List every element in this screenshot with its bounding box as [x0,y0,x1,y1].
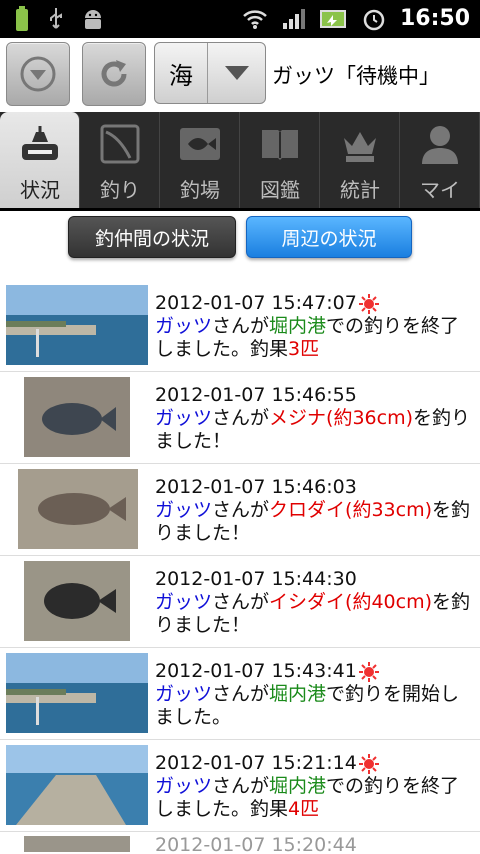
user-name[interactable]: ガッツ [155,499,212,521]
sun-icon [358,293,379,314]
timestamp: 2012-01-07 15:44:30 [155,568,357,590]
rod-icon [100,124,140,164]
tab-label: 統計 [340,178,380,202]
photo-thumbnail [24,836,130,852]
tab-label: マイ [420,178,460,202]
list-item[interactable]: 2012-01-07 15:43:41 ガッツさんが堀内港で釣りを開始しました。 [0,648,480,740]
tab-encyclopedia[interactable]: 図鑑 [240,112,320,208]
user-name[interactable]: ガッツ [155,591,212,613]
dropdown-button[interactable] [6,42,70,106]
map-fish-icon [180,128,220,160]
nearby-status-button[interactable]: 周辺の状況 [246,216,412,258]
signal-icon [282,8,305,29]
crown-icon [344,132,376,162]
user-name[interactable]: ガッツ [155,775,212,797]
fish-name[interactable]: メジナ(約36cm) [269,407,413,429]
timestamp: 2012-01-07 15:21:14 [155,752,357,774]
chevron-down-icon [224,66,249,80]
activity-feed: 2012-01-07 15:47:07 ガッツさんが堀内港での釣りを終了しました… [0,280,480,852]
sun-icon [358,661,379,682]
pier-photo [6,745,148,825]
message-text: さんが [212,775,270,797]
place-name[interactable]: 堀内港 [269,775,326,797]
message-text: さんが [212,591,270,613]
user-name[interactable]: ガッツ [155,407,212,429]
fish-name[interactable]: イシダイ(約40cm) [269,591,432,613]
place-name[interactable]: 堀内港 [269,315,326,337]
refresh-icon [101,60,127,87]
list-item[interactable]: 2012-01-07 15:46:55 ガッツさんがメジナ(約36cm)を釣りま… [0,372,480,464]
tab-fishing[interactable]: 釣り [80,112,160,208]
tab-status[interactable]: 状況 [0,112,80,208]
toolbar: 海 ガッツ「待機中」 [0,38,480,112]
chevron-down-circle-icon [20,56,56,92]
tab-label: 釣場 [180,178,220,202]
status-bar: 16:50 [0,0,480,38]
person-icon [422,126,458,164]
list-item[interactable]: 2012-01-07 15:21:14 ガッツさんが堀内港での釣りを終了しました… [0,740,480,832]
user-name[interactable]: ガッツ [155,683,212,705]
tab-my[interactable]: マイ [400,112,480,208]
status-icon [22,126,58,160]
list-item[interactable]: 2012-01-07 15:46:03 ガッツさんがクロダイ(約33cm)を釣り… [0,464,480,556]
fish-photo [24,561,130,641]
harbor-photo [6,653,148,733]
message-text: さんが [212,315,270,337]
battery-low-icon [16,6,28,31]
tab-label: 釣り [100,178,140,202]
location-select-value: 海 [155,43,208,103]
list-item[interactable]: 2012-01-07 15:47:07 ガッツさんが堀内港での釣りを終了しました… [0,280,480,372]
tab-statistics[interactable]: 統計 [320,112,400,208]
message-text: さんが [212,407,270,429]
timestamp: 2012-01-07 15:47:07 [155,292,357,314]
timestamp: 2012-01-07 15:43:41 [155,660,357,682]
message-text: さんが [212,499,270,521]
location-select[interactable]: 海 [154,42,266,104]
tab-spots[interactable]: 釣場 [160,112,240,208]
book-icon [262,130,298,160]
fish-photo [18,469,138,549]
user-name[interactable]: ガッツ [155,315,212,337]
harbor-photo [6,285,148,365]
status-time: 16:50 [399,6,470,31]
user-state-label: ガッツ「待機中」 [272,64,440,88]
friends-status-button[interactable]: 釣仲間の状況 [68,216,236,258]
tab-bar: 状況 釣り 釣場 図鑑 統計 マイ [0,112,480,211]
charging-battery-icon [319,9,346,28]
sun-icon [358,753,379,774]
list-item[interactable]: 2012-01-07 15:20:44 [0,832,480,852]
refresh-button[interactable] [82,42,146,106]
message-text: さんが [212,683,270,705]
tab-label: 図鑑 [260,178,300,202]
android-debug-icon [85,10,101,29]
tab-label: 状況 [20,178,60,202]
place-name[interactable]: 堀内港 [269,683,326,705]
fish-photo [24,377,130,457]
list-item[interactable]: 2012-01-07 15:44:30 ガッツさんがイシダイ(約40cm)を釣り… [0,556,480,648]
catch-count: 4匹 [288,798,320,820]
fish-name[interactable]: クロダイ(約33cm) [269,499,432,521]
timestamp: 2012-01-07 15:20:44 [155,834,357,852]
timestamp: 2012-01-07 15:46:03 [155,476,357,498]
timestamp: 2012-01-07 15:46:55 [155,384,357,406]
wifi-icon [243,9,267,29]
usb-icon [50,8,62,29]
catch-count: 3匹 [288,338,320,360]
alarm-clock-icon [363,9,385,30]
